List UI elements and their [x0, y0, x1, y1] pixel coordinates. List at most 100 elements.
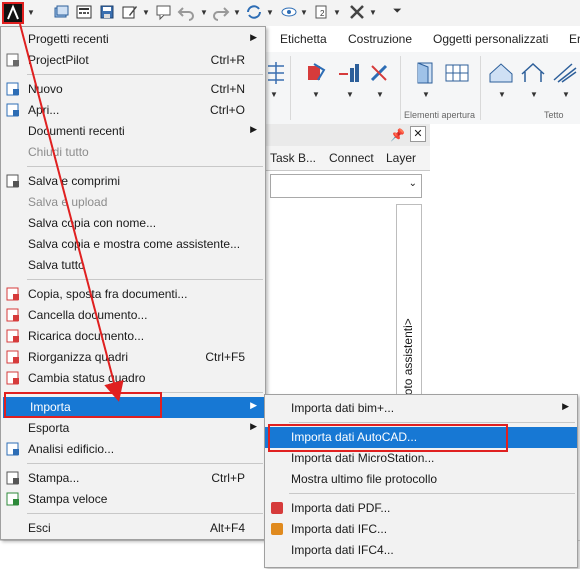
menu-item-label: Nuovo — [28, 82, 63, 96]
tab-layer[interactable]: Layer — [386, 151, 416, 165]
redo-icon[interactable] — [212, 3, 230, 21]
calculator-icon[interactable] — [75, 3, 93, 21]
tab-oggetti-personalizzati[interactable]: Oggetti personalizzati — [433, 32, 548, 46]
tools-icon[interactable] — [348, 3, 366, 21]
view-dropdown-icon[interactable]: ▼ — [300, 8, 308, 17]
roof-plane-tool-dropdown-icon[interactable]: ▼ — [562, 90, 570, 99]
group-label-elementi-apertura: Elementi apertura — [404, 110, 476, 120]
menu-item-esporta[interactable]: Esporta ▶ — [1, 418, 265, 439]
gable-roof-tool-icon[interactable] — [520, 60, 546, 86]
tab-connect[interactable]: Connect — [329, 151, 374, 165]
refresh-dropdown-icon[interactable]: ▼ — [266, 8, 274, 17]
palette-combo-box[interactable]: ⌄ — [270, 174, 422, 198]
paint-tool-icon[interactable] — [304, 60, 330, 86]
menu-item-nuovo[interactable]: Nuovo Ctrl+N — [1, 79, 265, 100]
roof-tool-dropdown-icon[interactable]: ▼ — [498, 90, 506, 99]
door-tool-dropdown-icon[interactable]: ▼ — [422, 90, 430, 99]
menu-item-projectpilot[interactable]: ProjectPilot Ctrl+R — [1, 50, 265, 71]
group-label-tetto: Tetto — [544, 110, 564, 120]
redo-dropdown-icon[interactable]: ▼ — [233, 8, 241, 17]
menu-item-apri[interactable]: Apri... Ctrl+O — [1, 100, 265, 121]
menu-item-stampa[interactable]: Stampa... Ctrl+P — [1, 468, 265, 489]
grid-tool-icon[interactable] — [266, 60, 286, 86]
submenu-arrow-icon: ▶ — [562, 401, 569, 411]
view-icon[interactable] — [280, 3, 298, 21]
submenu-item-label: Importa dati PDF... — [291, 501, 391, 515]
submenu-item-importa-dati-pdf[interactable]: Importa dati PDF... — [265, 498, 577, 519]
roof-tool-icon[interactable] — [488, 60, 514, 86]
ribbon-panel: ▼ ▼ ▼ ▼ ▼ Elementi apertura ▼ ▼ ▼ Tetto — [266, 52, 580, 125]
submenu-item-importa-dati-ifc4[interactable]: Importa dati IFC4... — [265, 540, 577, 561]
grid-tool-dropdown-icon[interactable]: ▼ — [270, 90, 278, 99]
customize-toolbar-icon[interactable]: ⏷ — [393, 5, 402, 18]
submenu-item-mostra-ultimo-file-protocollo[interactable]: Mostra ultimo file protocollo — [265, 469, 577, 490]
tab-etichetta[interactable]: Etichetta — [280, 32, 327, 46]
pencil-tool-dropdown-icon[interactable]: ▼ — [376, 90, 384, 99]
tab-costruzione[interactable]: Costruzione — [348, 32, 412, 46]
submenu-arrow-icon: ▶ — [250, 124, 257, 134]
menu-item-salva-copia-e-mostra-come-assistente[interactable]: Salva copia e mostra come assistente... — [1, 234, 265, 255]
stampa-veloce-icon — [5, 491, 21, 507]
menu-item-cambia-status-quadro[interactable]: Cambia status quadro — [1, 368, 265, 389]
menu-item-label: Stampa... — [28, 471, 80, 485]
tab-task-b[interactable]: Task B... — [270, 151, 316, 165]
menu-item-shortcut: Ctrl+N — [210, 82, 245, 96]
menu-item-stampa-veloce[interactable]: Stampa veloce — [1, 489, 265, 510]
menu-item-esci[interactable]: Esci Alt+F4 — [1, 518, 265, 539]
menu-item-label: Salva copia con nome... — [28, 216, 157, 230]
paint-tool-dropdown-icon[interactable]: ▼ — [312, 90, 320, 99]
nuovo-icon — [5, 81, 21, 97]
submenu-item-importa-dati-ifc[interactable]: Importa dati IFC... — [265, 519, 577, 540]
salva-e-comprimi-icon — [5, 173, 21, 189]
tools-dropdown-icon[interactable]: ▼ — [369, 8, 377, 17]
submenu-item-label: Importa dati MicroStation... — [291, 451, 435, 465]
menu-item-analisi-edificio[interactable]: Analisi edificio... — [1, 439, 265, 460]
menu-item-riorganizza-quadri[interactable]: Riorganizza quadri Ctrl+F5 — [1, 347, 265, 368]
menu-item-salva-tutto[interactable]: Salva tutto — [1, 255, 265, 276]
menu-item-chiudi-tutto: Chiudi tutto — [1, 142, 265, 163]
allplan-logo-button[interactable] — [2, 2, 24, 24]
menu-item-label: Copia, sposta fra documenti... — [28, 287, 188, 301]
cambia-status-quadro-icon — [5, 370, 21, 386]
refresh-icon[interactable] — [245, 3, 263, 21]
pages-icon[interactable]: 2 — [313, 3, 331, 21]
menu-item-salva-copia-con-nome[interactable]: Salva copia con nome... — [1, 213, 265, 234]
menu-item-progetti-recenti[interactable]: Progetti recenti ▶ — [1, 29, 265, 50]
comment-icon[interactable] — [155, 3, 173, 21]
menu-item-label: Cambia status quadro — [28, 371, 146, 385]
submenu-item-label: Importa dati bim+... — [291, 401, 395, 415]
pages-dropdown-icon[interactable]: ▼ — [333, 8, 341, 17]
menu-item-ricarica-documento[interactable]: Ricarica documento... — [1, 326, 265, 347]
ribbon-divider — [400, 56, 401, 120]
gable-roof-tool-dropdown-icon[interactable]: ▼ — [530, 90, 538, 99]
door-tool-icon[interactable] — [412, 60, 438, 86]
roof-plane-tool-icon[interactable] — [552, 60, 578, 86]
menu-separator — [27, 166, 263, 167]
layers-icon[interactable] — [52, 3, 70, 21]
pin-icon[interactable]: 📌 — [390, 128, 405, 142]
edit-icon[interactable] — [121, 3, 139, 21]
menu-item-salva-e-comprimi[interactable]: Salva e comprimi — [1, 171, 265, 192]
bar-chart-tool-icon[interactable] — [336, 60, 362, 86]
undo-icon[interactable] — [177, 3, 195, 21]
svg-text:2: 2 — [320, 9, 325, 18]
window-grid-tool-icon[interactable] — [444, 60, 470, 86]
save-icon[interactable] — [98, 3, 116, 21]
logo-dropdown-icon[interactable]: ▼ — [27, 8, 35, 17]
edit-dropdown-icon[interactable]: ▼ — [142, 8, 150, 17]
menu-item-documenti-recenti[interactable]: Documenti recenti ▶ — [1, 121, 265, 142]
menu-item-label: Cancella documento... — [28, 308, 148, 322]
bar-chart-tool-dropdown-icon[interactable]: ▼ — [346, 90, 354, 99]
menu-item-copia-sposta-fra-documenti[interactable]: Copia, sposta fra documenti... — [1, 284, 265, 305]
menu-item-label: Riorganizza quadri — [28, 350, 129, 364]
undo-dropdown-icon[interactable]: ▼ — [200, 8, 208, 17]
submenu-item-importa-dati-bim[interactable]: Importa dati bim+... ▶ — [265, 398, 577, 419]
annotation-box-autocad — [268, 424, 508, 452]
menu-item-label: Chiudi tutto — [28, 145, 89, 159]
menu-item-cancella-documento[interactable]: Cancella documento... — [1, 305, 265, 326]
tab-er[interactable]: Er — [569, 32, 580, 46]
pencil-tool-icon[interactable] — [366, 60, 392, 86]
ribbon-divider — [480, 56, 481, 120]
close-panel-icon[interactable]: ✕ — [410, 126, 426, 142]
menu-separator — [27, 279, 263, 280]
